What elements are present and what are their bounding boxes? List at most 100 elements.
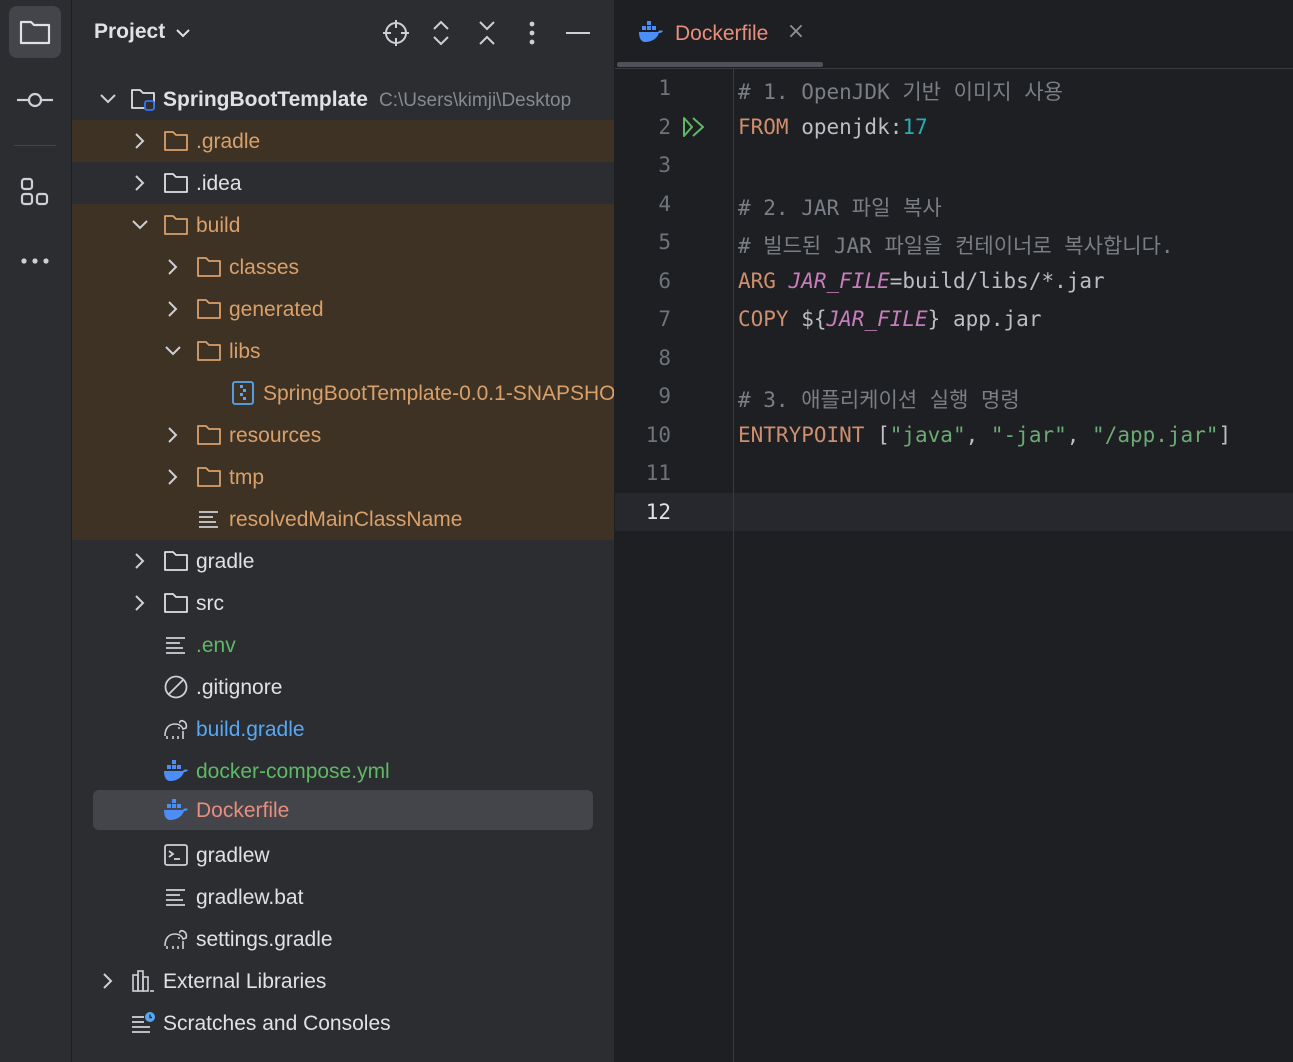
text-file-icon	[199, 511, 218, 528]
line-number: 2	[658, 114, 671, 139]
commit-icon	[17, 92, 53, 108]
more-tools-button[interactable]	[9, 235, 61, 287]
line-number: 11	[645, 461, 671, 485]
folder-icon	[19, 20, 51, 45]
tree-row-classes[interactable]: classes	[72, 246, 614, 288]
code-line: COPY ${JAR_FILE} app.jar	[738, 307, 1041, 331]
tree-row-dot-gradle[interactable]: .gradle	[72, 120, 614, 162]
project-tool-button[interactable]	[9, 6, 61, 58]
tree-row-gradle[interactable]: gradle	[72, 540, 614, 582]
tree-row-build-gradle[interactable]: build.gradle	[72, 708, 614, 750]
tree-row-gradlew[interactable]: gradlew	[72, 834, 614, 876]
chevron-right-icon[interactable]	[130, 551, 150, 571]
chevron-down-icon[interactable]	[98, 89, 118, 109]
commit-tool-button[interactable]	[9, 74, 61, 126]
code-line: # 1. OpenJDK 기반 이미지 사용	[738, 76, 1063, 106]
line-number: 5	[658, 230, 671, 254]
tree-label: tmp	[229, 466, 265, 489]
line-number: 10	[645, 422, 671, 447]
chevron-right-icon[interactable]	[163, 299, 183, 319]
minimize-icon	[566, 32, 590, 34]
code-line: # 3. 애플리케이션 실행 명령	[738, 384, 1020, 414]
options-button[interactable]	[517, 18, 547, 48]
chevron-right-icon[interactable]	[163, 467, 183, 487]
tree-row-gitignore[interactable]: .gitignore	[72, 666, 614, 708]
folder-icon	[197, 467, 221, 487]
code-line: FROM openjdk:17	[738, 115, 928, 139]
line-number: 12	[645, 499, 671, 524]
collapse-all-button[interactable]	[472, 18, 502, 48]
expand-all-icon	[433, 20, 449, 46]
text-file-icon	[166, 889, 185, 906]
code-token: } app.jar	[927, 307, 1042, 331]
locate-button[interactable]	[381, 18, 411, 48]
chevron-down-icon[interactable]	[176, 28, 190, 38]
tree-label: SpringBootTemplate-0.0.1-SNAPSHOT	[263, 382, 614, 405]
chevron-right-icon[interactable]	[130, 593, 150, 613]
tree-row-env[interactable]: .env	[72, 624, 614, 666]
run-gutter-icon[interactable]	[681, 114, 707, 140]
expand-all-button[interactable]	[426, 18, 456, 48]
line-number: 7	[658, 307, 671, 331]
tree-row-resources[interactable]: resources	[72, 414, 614, 456]
tree-row-build[interactable]: build	[72, 204, 614, 246]
chevron-right-icon[interactable]	[130, 173, 150, 193]
chevron-right-icon[interactable]	[163, 257, 183, 277]
chevron-right-icon[interactable]	[98, 971, 118, 991]
library-icon	[132, 970, 154, 992]
code-token: "java"	[889, 422, 966, 447]
project-panel-title: Project	[94, 20, 166, 43]
docker-icon	[164, 760, 188, 781]
code-token: ${	[788, 307, 827, 331]
chevron-right-icon[interactable]	[130, 131, 150, 151]
code-line: # 빌드된 JAR 파일을 컨테이너로 복사합니다.	[738, 230, 1174, 260]
code-token: 17	[902, 114, 928, 139]
chevron-down-icon[interactable]	[163, 341, 183, 361]
text-file-icon	[166, 637, 185, 654]
tree-row-libs[interactable]: libs	[72, 330, 614, 372]
code-token: ,	[965, 422, 991, 447]
tree-row-springboottemplate[interactable]: SpringBootTemplate C:\Users\kimji\Deskto…	[72, 78, 614, 120]
line-number: 1	[658, 76, 671, 100]
tree-label: gradlew	[196, 844, 270, 867]
tree-row-generated[interactable]: generated	[72, 288, 614, 330]
tree-label: docker-compose.yml	[196, 760, 390, 783]
tree-row-resolvedmainclassname[interactable]: resolvedMainClassName	[72, 498, 614, 540]
tree-row-src[interactable]: src	[72, 582, 614, 624]
tree-row-tmp[interactable]: tmp	[72, 456, 614, 498]
hide-panel-button[interactable]	[563, 18, 593, 48]
code-token: JAR_FILE	[788, 268, 890, 293]
jar-archive-icon	[232, 381, 254, 405]
line-number: 6	[658, 268, 671, 293]
tab-dockerfile[interactable]: Dockerfile ×	[615, 0, 825, 68]
close-icon[interactable]: ×	[785, 18, 807, 46]
line-number: 9	[658, 384, 671, 408]
tool-strip-divider	[14, 145, 56, 146]
code-token: ENTRYPOINT	[738, 422, 865, 447]
module-folder-icon	[131, 89, 155, 111]
tree-row-snapshot-jar[interactable]: SpringBootTemplate-0.0.1-SNAPSHOT	[72, 372, 614, 414]
tree-row-settings-gradle[interactable]: settings.gradle	[72, 918, 614, 960]
tree-label: src	[196, 592, 224, 615]
code-token: =build/libs/*.jar	[889, 268, 1105, 293]
folder-icon	[197, 257, 221, 277]
gutter-divider	[733, 68, 734, 1062]
code-token: # 3. 애플리케이션 실행 명령	[738, 388, 1020, 412]
tree-row-docker-compose[interactable]: docker-compose.yml	[72, 750, 614, 792]
tree-row-scratches-consoles[interactable]: Scratches and Consoles	[72, 1002, 614, 1044]
structure-tool-button[interactable]	[9, 166, 61, 218]
editor-area: Dockerfile × 1 2 3 4 5 6 7 8 9 10 11 12 # 1. OpenJD…	[615, 0, 1293, 1062]
chevron-right-icon[interactable]	[163, 425, 183, 445]
ide-window: Project SpringBootTemplate C:\Users\kimj…	[0, 0, 1293, 1062]
line-number: 4	[658, 191, 671, 216]
tree-row-idea[interactable]: .idea	[72, 162, 614, 204]
tree-row-external-libraries[interactable]: External Libraries	[72, 960, 614, 1002]
chevron-down-icon[interactable]	[130, 215, 150, 235]
tree-row-gradlew-bat[interactable]: gradlew.bat	[72, 876, 614, 918]
docker-icon	[639, 21, 663, 42]
tree-label: gradlew.bat	[196, 886, 304, 909]
folder-icon	[164, 173, 188, 193]
tab-label: Dockerfile	[675, 22, 769, 45]
tree-label: gradle	[196, 550, 255, 573]
tree-row-dockerfile[interactable]: Dockerfile	[93, 790, 593, 830]
